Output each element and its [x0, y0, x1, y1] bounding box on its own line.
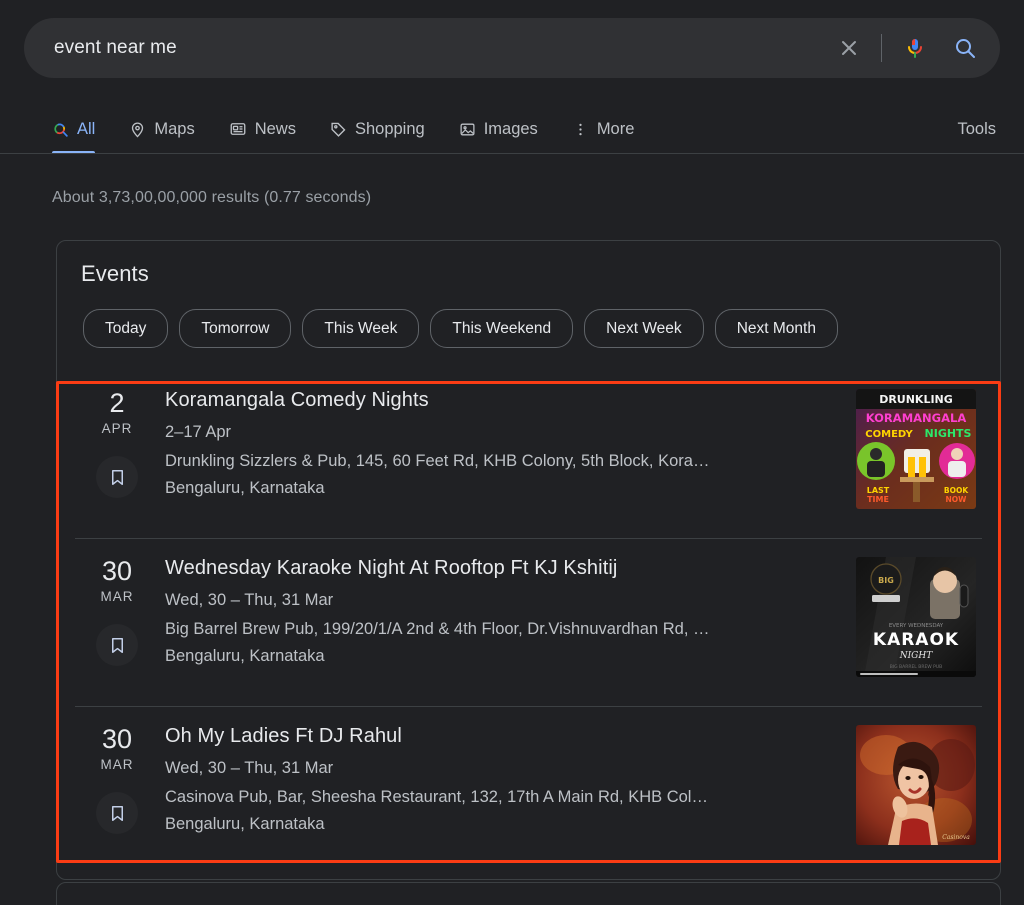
svg-text:DRUNKLING: DRUNKLING — [879, 393, 953, 406]
three-dots-vertical-icon — [572, 121, 589, 138]
chip-next-month[interactable]: Next Month — [714, 309, 838, 348]
event-thumbnail: DRUNKLING KORAMANGALA COMEDY NIGHTS LAST — [856, 389, 976, 509]
event-city: Bengaluru, Karnataka — [165, 647, 325, 665]
event-city: Bengaluru, Karnataka — [165, 479, 325, 497]
events-list: 2 APR Koramangala Comedy Nights 2–17 Apr… — [57, 370, 1000, 874]
tools-button[interactable]: Tools — [957, 104, 996, 154]
svg-text:Casinova: Casinova — [942, 834, 970, 841]
tab-shopping[interactable]: Shopping — [330, 104, 425, 154]
bookmark-icon[interactable] — [96, 624, 138, 667]
event-month: APR — [101, 421, 133, 437]
events-card: Events Today Tomorrow This Week This Wee… — [56, 240, 1001, 880]
search-bar-divider — [881, 34, 882, 62]
search-input[interactable] — [54, 37, 827, 59]
event-city: Bengaluru, Karnataka — [165, 815, 325, 833]
event-info: Oh My Ladies Ft DJ Rahul Wed, 30 – Thu, … — [155, 721, 842, 834]
bookmark-icon[interactable] — [96, 456, 138, 499]
svg-text:BIG: BIG — [878, 576, 894, 585]
newspaper-icon — [229, 120, 247, 138]
event-date-range: 2–17 Apr — [165, 423, 232, 441]
search-bar-container — [24, 18, 1000, 78]
event-month: MAR — [100, 757, 134, 773]
chip-this-week[interactable]: This Week — [302, 309, 420, 348]
svg-text:TIME: TIME — [867, 495, 889, 504]
google-search-results-page: All Maps News — [0, 0, 1024, 905]
event-list-item[interactable]: 30 MAR Wednesday Karaoke Night At Roofto… — [57, 538, 1000, 706]
nav-bottom-divider — [0, 153, 1024, 154]
event-month: MAR — [100, 589, 134, 605]
svg-text:KARAOK: KARAOK — [873, 630, 959, 650]
event-title: Oh My Ladies Ft DJ Rahul — [165, 725, 402, 747]
tab-more-label: More — [596, 119, 635, 138]
tab-more[interactable]: More — [572, 104, 635, 154]
svg-text:NIGHT: NIGHT — [899, 651, 933, 661]
event-venue: Big Barrel Brew Pub, 199/20/1/A 2nd & 4t… — [165, 620, 710, 638]
google-colored-magnifier-icon — [52, 121, 69, 138]
event-date-block: 2 APR — [79, 385, 155, 499]
tab-all-label: All — [77, 119, 96, 138]
search-nav-tabs: All Maps News Shopping Images More Tools — [0, 104, 1024, 154]
event-info: Koramangala Comedy Nights 2–17 Apr Drunk… — [155, 385, 842, 498]
microphone-icon[interactable] — [892, 25, 938, 71]
event-venue: Drunkling Sizzlers & Pub, 145, 60 Feet R… — [165, 452, 710, 470]
events-heading: Events — [81, 261, 149, 286]
magnifier-icon[interactable] — [942, 25, 988, 71]
event-list-item[interactable]: 2 APR Koramangala Comedy Nights 2–17 Apr… — [57, 370, 1000, 538]
tab-news-label: News — [254, 119, 296, 138]
map-pin-icon — [129, 121, 146, 138]
chip-this-weekend[interactable]: This Weekend — [430, 309, 574, 348]
tab-maps[interactable]: Maps — [129, 104, 195, 154]
tab-maps-label: Maps — [154, 119, 195, 138]
tab-news[interactable]: News — [229, 104, 296, 154]
event-date-block: 30 MAR — [79, 553, 155, 667]
event-date-block: 30 MAR — [79, 721, 155, 835]
event-day: 2 — [109, 388, 125, 418]
event-date-range: Wed, 30 – Thu, 31 Mar — [165, 591, 334, 609]
event-title: Koramangala Comedy Nights — [165, 389, 429, 411]
events-date-filter-chips: Today Tomorrow This Week This Weekend Ne… — [57, 287, 1000, 348]
event-list-item[interactable]: 30 MAR Oh My Ladies Ft DJ Rahul Wed, 30 … — [57, 706, 1000, 874]
tab-shopping-label: Shopping — [354, 119, 425, 138]
event-thumbnail: Casinova — [856, 725, 976, 845]
tab-images-label: Images — [483, 119, 538, 138]
result-stats: About 3,73,00,00,000 results (0.77 secon… — [52, 189, 372, 206]
event-day: 30 — [101, 724, 133, 754]
event-info: Wednesday Karaoke Night At Rooftop Ft KJ… — [155, 553, 842, 666]
picture-icon — [459, 121, 476, 138]
svg-text:COMEDY: COMEDY — [865, 429, 913, 440]
bookmark-icon[interactable] — [96, 792, 138, 835]
event-thumbnail: BIG EVERY WEDNESDAY KARAOK NIGHT BIG BAR… — [856, 557, 976, 677]
event-title: Wednesday Karaoke Night At Rooftop Ft KJ… — [165, 557, 618, 579]
event-day: 30 — [101, 556, 133, 586]
svg-text:BIG BARREL BREW PUB: BIG BARREL BREW PUB — [890, 664, 943, 670]
svg-text:NIGHTS: NIGHTS — [925, 427, 972, 440]
price-tag-icon — [330, 121, 347, 138]
svg-text:EVERY WEDNESDAY: EVERY WEDNESDAY — [889, 623, 944, 629]
svg-text:NOW: NOW — [946, 495, 968, 504]
chip-next-week[interactable]: Next Week — [584, 309, 704, 348]
tab-all[interactable]: All — [52, 104, 96, 154]
chip-today[interactable]: Today — [83, 309, 169, 348]
search-bar[interactable] — [24, 18, 1000, 78]
event-venue: Casinova Pub, Bar, Sheesha Restaurant, 1… — [165, 788, 708, 806]
close-x-icon[interactable] — [827, 26, 871, 70]
event-date-range: Wed, 30 – Thu, 31 Mar — [165, 759, 334, 777]
svg-text:BOOK: BOOK — [944, 486, 969, 495]
tab-images[interactable]: Images — [459, 104, 538, 154]
svg-text:LAST: LAST — [867, 486, 890, 495]
tools-label: Tools — [957, 119, 996, 138]
next-result-card-partial — [56, 882, 1001, 905]
chip-tomorrow[interactable]: Tomorrow — [179, 309, 292, 348]
svg-text:KORAMANGALA: KORAMANGALA — [866, 411, 967, 425]
